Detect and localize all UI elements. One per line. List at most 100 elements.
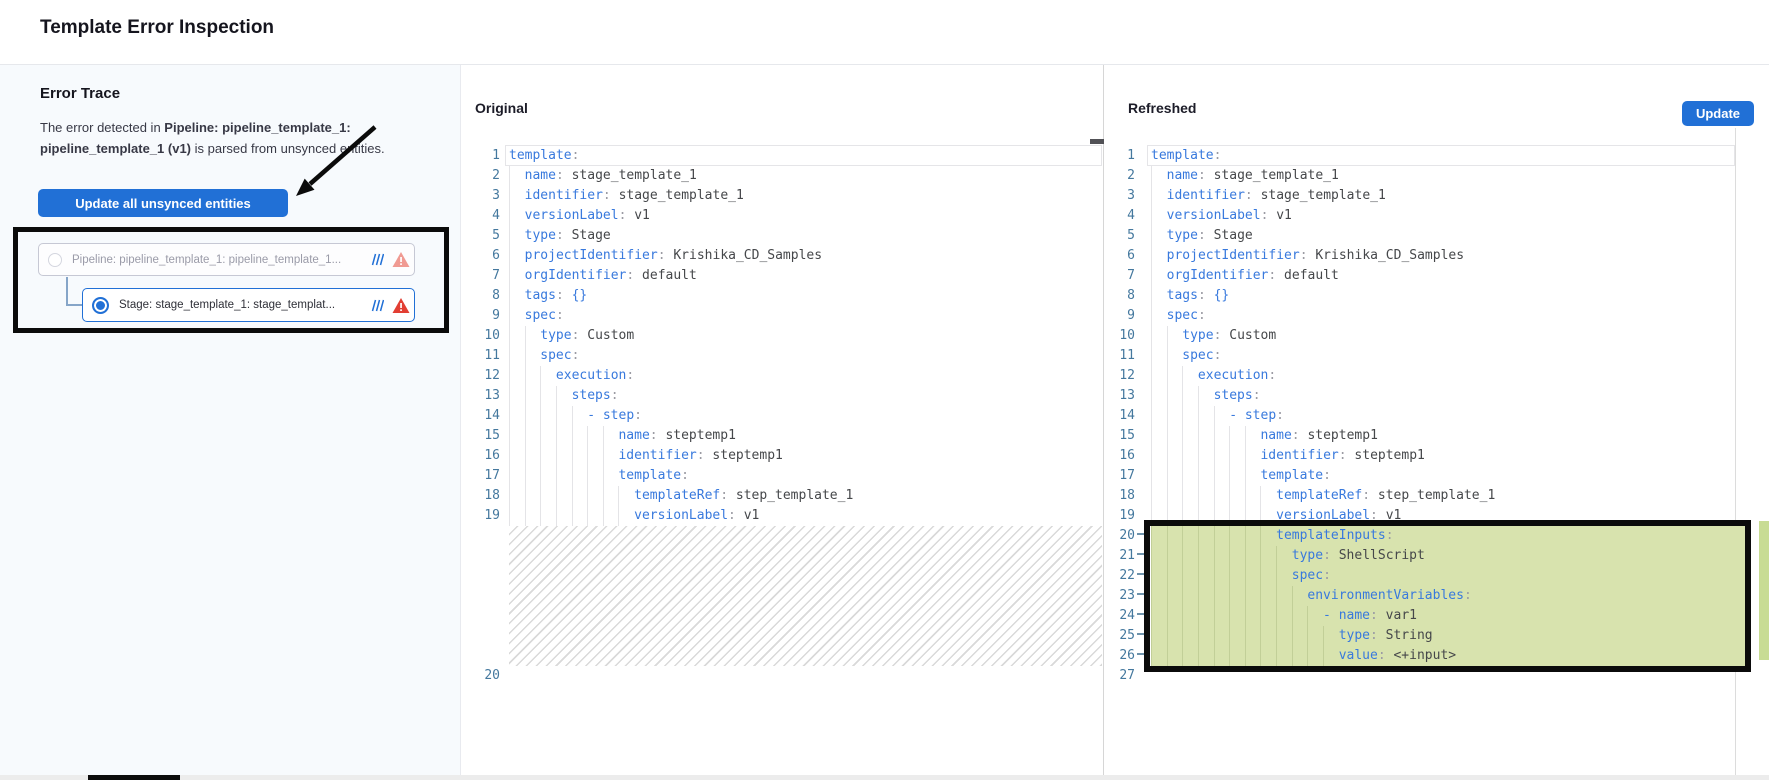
line-marker <box>1135 246 1151 266</box>
radio-unselected-icon[interactable] <box>48 253 62 267</box>
line-number: 2 <box>462 166 500 186</box>
line-number: 3 <box>1107 186 1135 206</box>
code-line: 2name: stage_template_1 <box>1107 166 1769 186</box>
line-number: 7 <box>462 266 500 286</box>
code-text: name: stage_template_1 <box>509 166 697 186</box>
line-number: 14 <box>1107 406 1135 426</box>
line-marker <box>1135 366 1151 386</box>
code-text: execution: <box>509 366 634 386</box>
line-marker <box>1135 186 1151 206</box>
code-line: 16identifier: steptemp1 <box>1107 446 1769 466</box>
overview-ruler-cursor-marker <box>1090 139 1104 144</box>
radio-selected-icon[interactable] <box>92 297 109 314</box>
code-text: tags: {} <box>509 286 587 306</box>
original-code-editor[interactable]: 1 template: 2 name: stage_template_1 3 identi… <box>462 146 1103 686</box>
entity-label: Stage: stage_template_1: stage_templat..… <box>119 299 367 311</box>
code-text: name: steptemp1 <box>509 426 736 446</box>
line-marker <box>1135 466 1151 486</box>
line-number: 27 <box>1107 666 1135 686</box>
line-number: 24 <box>1107 606 1135 626</box>
page-header: Template Error Inspection <box>0 0 1769 65</box>
line-number: 4 <box>462 206 500 226</box>
message-prefix: The error detected in <box>40 120 164 135</box>
line-number: 6 <box>1107 246 1135 266</box>
line-number: 19 <box>462 506 500 526</box>
tree-connector-horizontal <box>66 304 82 306</box>
refreshed-panel-title: Refreshed <box>1128 100 1196 116</box>
code-line: 4versionLabel: v1 <box>1107 206 1769 226</box>
line-number: 8 <box>1107 286 1135 306</box>
line-number: 8 <box>462 286 500 306</box>
code-text: template: <box>509 466 689 486</box>
entity-card-pipeline[interactable]: Pipeline: pipeline_template_1: pipeline_… <box>38 243 415 276</box>
line-marker <box>1135 326 1151 346</box>
code-line: 17template: <box>462 466 1103 486</box>
code-text: steps: <box>509 386 619 406</box>
code-text: spec: <box>1151 306 1206 326</box>
code-line: 8tags: {} <box>1107 286 1769 306</box>
line-number: 15 <box>462 426 500 446</box>
line-number: 22 <box>1107 566 1135 586</box>
code-line: 14- step: <box>462 406 1103 426</box>
code-line: 9spec: <box>462 306 1103 326</box>
code-line: 4 versionLabel: v1 <box>462 206 1103 226</box>
code-line: 18templateRef: step_template_1 <box>1107 486 1769 506</box>
code-line: 15 name: steptemp1 <box>462 426 1103 446</box>
code-line: 2 name: stage_template_1 <box>462 166 1103 186</box>
code-text: templateRef: step_template_1 <box>1151 486 1495 506</box>
code-text: versionLabel: v1 <box>1151 206 1292 226</box>
line-marker <box>1135 266 1151 286</box>
line-number: 5 <box>1107 226 1135 246</box>
diff-splitter[interactable] <box>1103 65 1104 775</box>
line-number: 19 <box>1107 506 1135 526</box>
line-number: 11 <box>462 346 500 366</box>
warning-icon <box>392 251 410 268</box>
code-line: 17template: <box>1107 466 1769 486</box>
line-number: 3 <box>462 186 500 206</box>
line-marker <box>500 166 509 186</box>
line-number: 1 <box>462 146 500 166</box>
code-line: 8 tags: {} <box>462 286 1103 306</box>
line-number: 23 <box>1107 586 1135 606</box>
line-number: 16 <box>462 446 500 466</box>
code-line: 11spec: <box>462 346 1103 366</box>
code-text: execution: <box>1151 366 1276 386</box>
code-line: 5type: Stage <box>462 226 1103 246</box>
line-marker <box>500 386 509 406</box>
code-line: 12execution: <box>462 366 1103 386</box>
error-trace-heading: Error Trace <box>40 85 120 102</box>
code-line: 7orgIdentifier: default <box>462 266 1103 286</box>
code-text: orgIdentifier: default <box>1151 266 1339 286</box>
update-button[interactable]: Update <box>1682 101 1754 126</box>
code-line: 12execution: <box>1107 366 1769 386</box>
line-number: 6 <box>462 246 500 266</box>
line-marker <box>1135 486 1151 506</box>
bottom-bar-progress <box>88 775 180 780</box>
line-marker <box>500 666 509 686</box>
line-marker <box>1135 286 1151 306</box>
error-icon <box>392 297 410 314</box>
code-line: 16 identifier: steptemp1 <box>462 446 1103 466</box>
code-text: spec: <box>1151 346 1221 366</box>
code-line: 11 spec: <box>1107 346 1769 366</box>
line-number: 20 <box>462 666 500 686</box>
line-number: 10 <box>1107 326 1135 346</box>
code-text: versionLabel: v1 <box>509 206 650 226</box>
line-marker <box>500 346 509 366</box>
code-text: identifier: steptemp1 <box>509 446 783 466</box>
entity-card-stage[interactable]: Stage: stage_template_1: stage_templat..… <box>82 288 415 322</box>
original-panel-title: Original <box>475 100 528 116</box>
line-marker <box>500 366 509 386</box>
code-line: 6projectIdentifier: Krishika_CD_Samples <box>1107 246 1769 266</box>
update-all-unsynced-entities-button[interactable]: Update all unsynced entities <box>38 189 288 217</box>
line-number: 13 <box>1107 386 1135 406</box>
line-number: 11 <box>1107 346 1135 366</box>
code-text: identifier: stage_template_1 <box>1151 186 1386 206</box>
code-text: identifier: stage_template_1 <box>509 186 744 206</box>
line-number: 5 <box>462 226 500 246</box>
line-marker <box>500 306 509 326</box>
code-line: 15name: steptemp1 <box>1107 426 1769 446</box>
line-number: 9 <box>462 306 500 326</box>
code-text: steps: <box>1151 386 1261 406</box>
code-line: 10type: Custom <box>462 326 1103 346</box>
